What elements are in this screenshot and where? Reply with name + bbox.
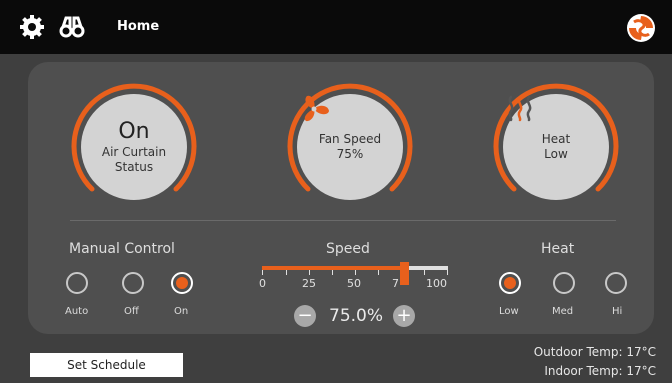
manual-auto-radio[interactable]	[66, 272, 88, 294]
speed-title: Speed	[326, 241, 370, 257]
heat-med-label: Med	[552, 306, 574, 317]
manual-off-radio[interactable]	[122, 272, 144, 294]
speed-decrease-button[interactable]: −	[294, 305, 316, 327]
air-curtain-value: On	[118, 119, 150, 144]
slider-tick	[286, 270, 287, 275]
fan-speed-value: 75%	[336, 147, 364, 161]
heat-low-label: Low	[499, 306, 519, 317]
slider-tick	[355, 270, 356, 275]
slider-tick	[424, 270, 425, 275]
heat-low-radio[interactable]	[499, 272, 521, 294]
manual-on-label: On	[174, 306, 189, 317]
slider-tick-label: 0	[259, 277, 266, 290]
slider-tick-label: 100	[426, 277, 447, 290]
heat-hi-label: Hi	[612, 306, 623, 317]
slider-tick-label: 7	[392, 277, 399, 290]
slider-tick	[447, 270, 448, 275]
slider-tick	[309, 270, 310, 275]
speed-value: 75.0%	[329, 306, 384, 326]
slider-tick	[262, 270, 263, 275]
slider-tick-label: 50	[347, 277, 361, 290]
speed-increase-button[interactable]: +	[393, 305, 415, 327]
indoor-temp: Indoor Temp: 17°C	[544, 364, 656, 378]
divider	[70, 220, 616, 221]
fan-speed-button[interactable]: Fan Speed 75%	[297, 94, 403, 200]
gear-icon[interactable]	[18, 13, 46, 41]
manual-off-label: Off	[124, 306, 139, 317]
manual-control-title: Manual Control	[69, 241, 175, 257]
air-curtain-status-button[interactable]: On Air Curtain Status	[81, 94, 187, 200]
heat-gauge: Heat Low	[486, 77, 626, 217]
brand-logo	[626, 13, 656, 43]
fan-speed-label: Fan Speed	[318, 132, 382, 146]
slider-tick-label: 25	[302, 277, 316, 290]
heat-hi-radio[interactable]	[605, 272, 627, 294]
outdoor-temp: Outdoor Temp: 17°C	[533, 345, 656, 359]
fan-icon	[304, 95, 329, 122]
slider-tick	[378, 270, 379, 275]
fan-speed-gauge: Fan Speed 75%	[280, 77, 420, 217]
top-bar: Home	[0, 0, 672, 54]
manual-on-radio[interactable]	[171, 272, 193, 294]
set-schedule-button[interactable]: Set Schedule	[30, 353, 183, 377]
heat-title: Heat	[541, 241, 575, 257]
slider-tick	[332, 270, 333, 275]
page-title: Home	[117, 19, 160, 34]
heat-value: Low	[544, 147, 568, 161]
speed-slider-thumb[interactable]	[400, 262, 409, 285]
heat-med-radio[interactable]	[553, 272, 575, 294]
manual-auto-label: Auto	[65, 306, 89, 317]
air-curtain-label-2: Status	[114, 160, 154, 174]
heat-button[interactable]: Heat Low	[503, 94, 609, 200]
air-curtain-gauge: On Air Curtain Status	[64, 77, 204, 217]
air-curtain-label: Air Curtain	[101, 145, 167, 159]
heat-waves-icon	[508, 95, 532, 122]
binoculars-icon[interactable]	[58, 13, 86, 41]
heat-label: Heat	[541, 132, 571, 146]
